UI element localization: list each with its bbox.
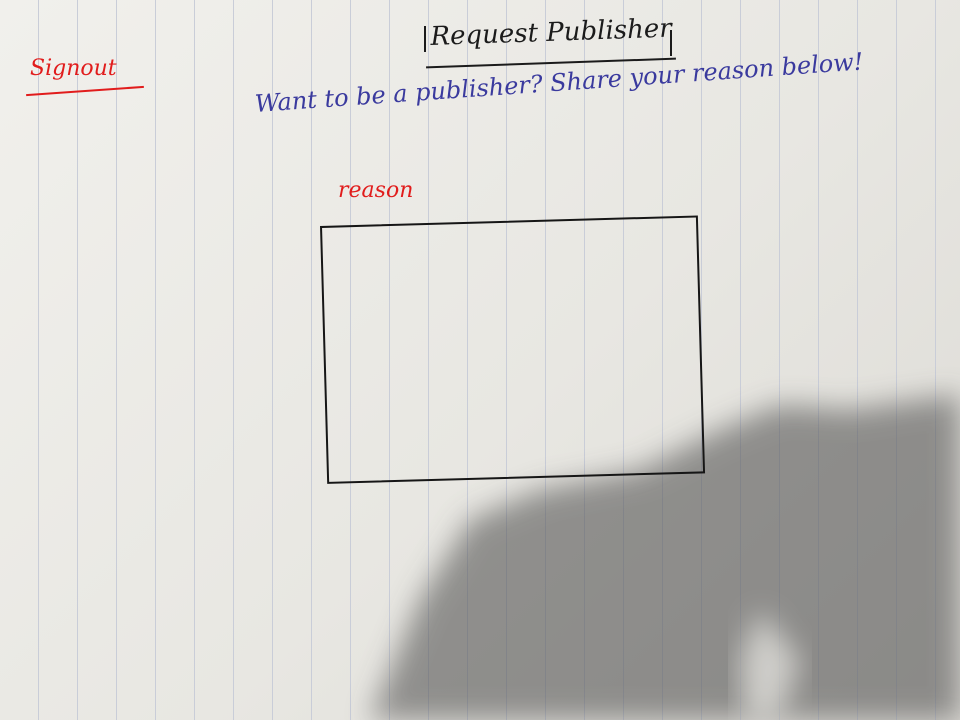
title-bar-left [424, 26, 426, 52]
reason-label: reason [338, 178, 414, 203]
page-header: Request Publisher [418, 14, 680, 69]
signout-underline [26, 85, 144, 97]
title-bar-right [670, 30, 672, 56]
reason-textarea[interactable] [320, 215, 706, 484]
signout-link[interactable]: Signout [30, 56, 117, 81]
page-title: Request Publisher [430, 13, 673, 52]
